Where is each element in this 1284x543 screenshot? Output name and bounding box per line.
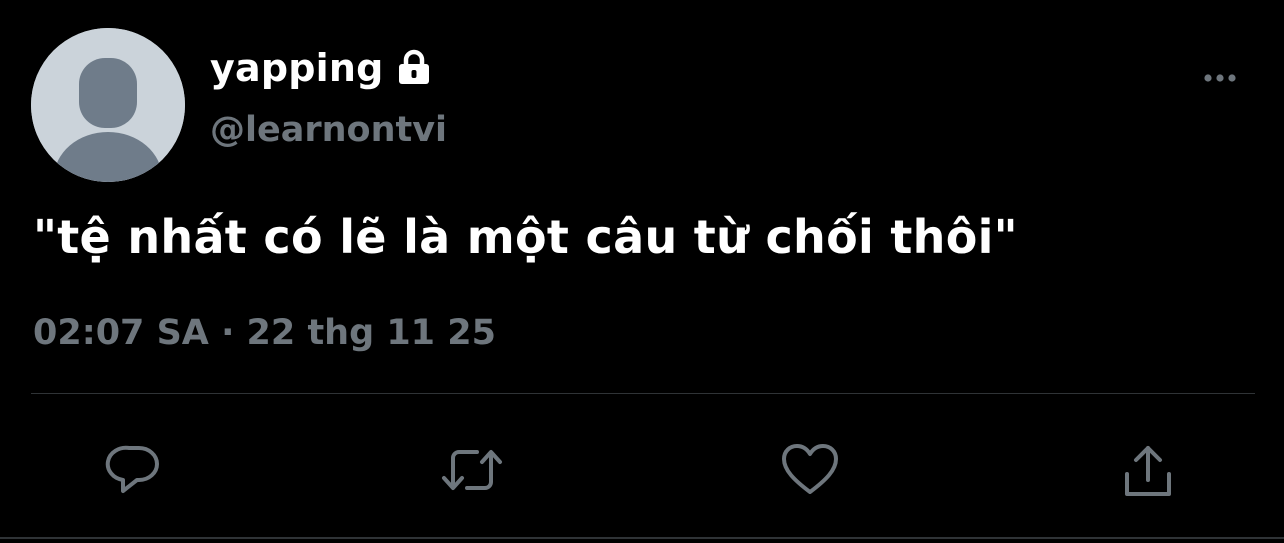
tweet-text: "tệ nhất có lẽ là một câu từ chối thôi"	[33, 210, 1018, 264]
reply-button[interactable]	[95, 430, 175, 510]
like-button[interactable]	[770, 430, 850, 510]
heart-icon	[782, 444, 838, 494]
share-button[interactable]	[1108, 430, 1188, 510]
avatar[interactable]	[31, 28, 185, 182]
share-icon	[1125, 446, 1171, 496]
reply-icon	[105, 445, 159, 493]
author-name-row: yapping	[210, 44, 434, 92]
more-horizontal-icon	[1204, 74, 1236, 82]
bottom-border	[0, 537, 1284, 539]
divider	[31, 393, 1255, 394]
retweet-button[interactable]	[432, 430, 512, 510]
display-name[interactable]: yapping	[210, 46, 384, 90]
action-bar	[0, 430, 1284, 510]
default-avatar-icon	[31, 28, 185, 182]
user-handle[interactable]: @learnontvi	[210, 110, 447, 150]
tweet-card: yapping @learnontvi "tệ nhất có lẽ là mộ…	[0, 0, 1284, 543]
retweet-icon	[442, 450, 502, 490]
tweet-timestamp[interactable]: 02:07 SA · 22 thg 11 25	[33, 313, 496, 353]
more-options-button[interactable]	[1196, 60, 1244, 96]
lock-icon	[394, 48, 434, 88]
